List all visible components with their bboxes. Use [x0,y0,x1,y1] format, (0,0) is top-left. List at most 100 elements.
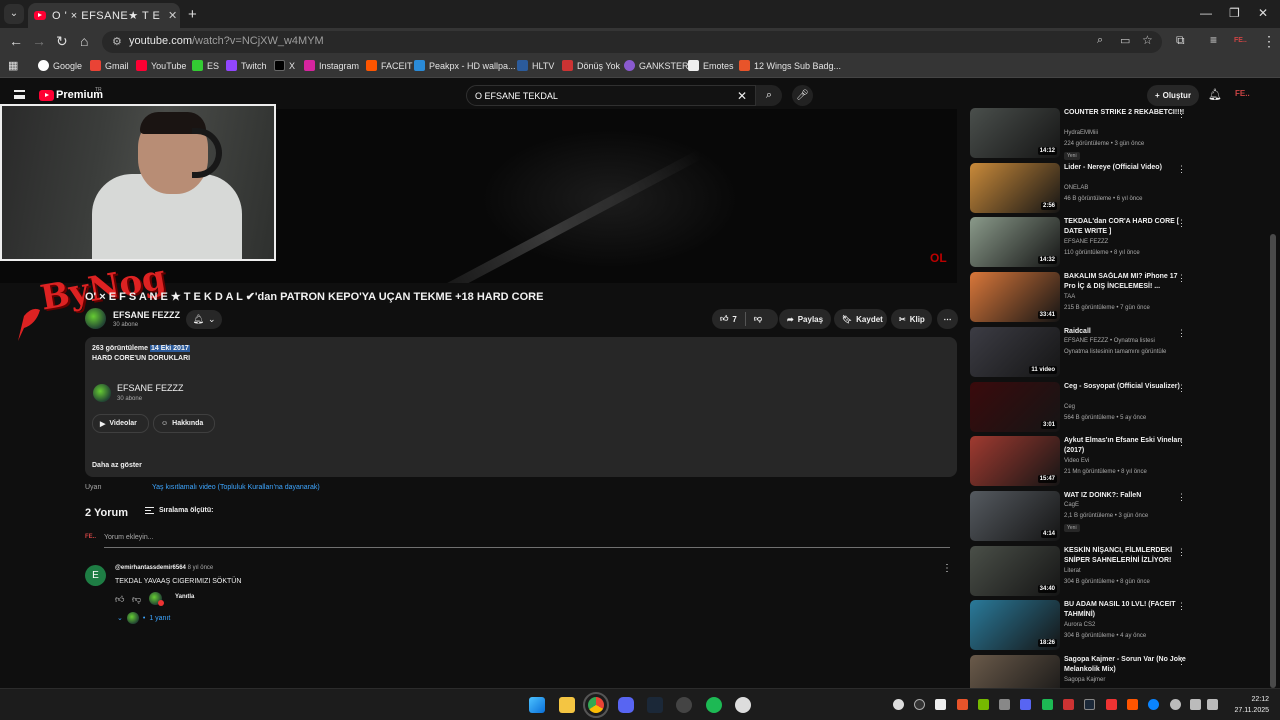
recommended-title[interactable]: Raidcall [1064,327,1186,337]
new-tab-button[interactable]: + [188,6,197,23]
bookmark-gmail[interactable]: Gmail [90,60,129,71]
browser-menu-icon[interactable]: ⋮ [1262,33,1276,50]
more-options-icon[interactable]: ⋮ [1177,656,1186,667]
recommended-video[interactable]: 33:41 BAKALIM SAĞLAM MI? iPhone 17 Pro İÇ… [968,272,1198,324]
bookmark-emotes[interactable]: Emotes [688,60,734,71]
video-thumbnail[interactable]: 18:26 [970,600,1060,651]
tray-msi-icon[interactable] [935,699,946,710]
search-input[interactable]: O EFSANE TEKDAL ✕ [466,85,756,106]
tray-network-icon[interactable] [1190,699,1201,710]
tray-app4-icon[interactable] [1063,699,1074,710]
more-actions-button[interactable]: ⋯ [937,309,958,329]
recommended-channel[interactable]: HydraEMMiii [1064,130,1098,136]
recommended-title[interactable]: Lider - Nereye (Official Video) [1064,163,1186,173]
recommended-channel[interactable]: Video Evi [1064,458,1089,464]
file-explorer-icon[interactable] [559,697,575,713]
tray-bluetooth-icon[interactable] [1148,699,1159,710]
close-tab-icon[interactable]: ✕ [168,9,177,22]
tray-app3-icon[interactable] [1042,699,1053,710]
chrome-icon[interactable] [583,692,609,718]
video-thumbnail[interactable]: 14:32 [970,217,1060,268]
bookmark-x[interactable]: X [274,60,295,71]
recommended-title[interactable]: Ceg - Sosyopat (Official Visualizer) [1064,382,1186,392]
tab-search-button[interactable]: ⌄ [4,4,24,24]
more-options-icon[interactable]: ⋮ [1177,328,1186,339]
subscription-bell-button[interactable]: 🔔︎ ⌄ [186,310,222,329]
video-thumbnail[interactable]: 33:41 [970,272,1060,323]
channel-name[interactable]: EFSANE FEZZZ [113,310,180,320]
recommended-video[interactable]: 15:47 Aykut Elmas'ın Efsane Eski Vineları… [968,436,1198,488]
more-options-icon[interactable]: ⋮ [1177,273,1186,284]
browser-tab-active[interactable]: O ' × EFSANE★ T E K D A L ... ✕ [28,3,180,28]
comment-dislike-icon[interactable]: 👎︎ [132,594,141,605]
like-button[interactable]: 👍︎ 7 [720,314,737,324]
recommended-video[interactable]: 11 video Raidcall EFSANE FEZZZ • Oynatma l… [968,326,1198,379]
more-options-icon[interactable]: ⋮ [1177,218,1186,229]
zoom-icon[interactable]: ⌕ [1097,34,1103,47]
clip-button[interactable]: ✂ Klip [891,309,932,329]
recommended-title[interactable]: BAKALIM SAĞLAM MI? iPhone 17 Pro İÇ & DI… [1064,272,1186,292]
videos-button[interactable]: ▶ Videolar [92,414,149,433]
bookmark-hltv[interactable]: HLTV [517,60,554,71]
video-thumbnail[interactable]: 4:14 [970,490,1060,541]
more-options-icon[interactable]: ⋮ [1177,492,1186,503]
bookmark-12-wings[interactable]: 12 Wings Sub Badg... [739,60,841,71]
media-control-icon[interactable]: ≡ [1210,33,1217,47]
recommended-video[interactable]: 2:56 Lider - Nereye (Official Video) ONELA… [968,162,1198,215]
cast-icon[interactable]: ▭ [1120,34,1130,47]
recommended-title[interactable]: KESKİN NİŞANCI, FİLMLERDEKİ SNİPER SAHNE… [1064,546,1186,566]
view-replies-button[interactable]: ⌄ • 1 yanıt [117,612,170,624]
steam-icon[interactable] [647,697,663,713]
recommended-channel[interactable]: Ceg [1064,404,1075,410]
description-channel-avatar[interactable] [93,384,111,402]
recommended-channel[interactable]: CagE [1064,502,1079,508]
more-options-icon[interactable]: ⋮ [1177,383,1186,394]
bookmark-gankster[interactable]: GANKSTER [624,60,689,71]
video-thumbnail[interactable]: 3:01 [970,381,1060,432]
bookmark-star-icon[interactable]: ☆ [1142,33,1153,47]
recommended-video[interactable]: 34:40 KESKİN NİŞANCI, FİLMLERDEKİ SNİPER … [968,545,1198,598]
recommended-title[interactable]: TEKDAL'dan COR'A HARD CORE [ DATE WRITE … [1064,217,1186,237]
forward-arrow-icon[interactable]: → [32,33,46,49]
video-thumbnail[interactable]: 2:56 [970,162,1060,213]
recommended-title[interactable]: Aykut Elmas'ın Efsane Eski Vineları (201… [1064,436,1186,456]
spotify-icon[interactable] [706,697,722,713]
windows-start-icon[interactable] [529,697,545,713]
site-info-icon[interactable]: ⚙ [112,35,122,48]
app-icon[interactable] [676,697,692,713]
tray-app-icon[interactable] [914,699,925,710]
share-button[interactable]: ➦ Paylaş [779,309,831,329]
video-thumbnail[interactable]: 11 video [970,326,1060,377]
bookmark-google[interactable]: Google [38,60,82,71]
tray-app2-icon[interactable] [999,699,1010,710]
extensions-icon[interactable]: ⧉ [1176,33,1185,48]
recommended-channel[interactable]: Aurora CS2 [1064,622,1095,628]
video-thumbnail[interactable] [970,655,1060,688]
recommended-video[interactable]: 18:26 BU ADAM NASIL 10 LVL! (FACEIT TAHMİ… [968,600,1198,652]
recommended-video[interactable]: Sagopa Kajmer - Sorun Var (No Joke Melan… [968,655,1198,688]
recommended-video[interactable]: 4:14 WAT IZ DOINK?: FalleN CagE 2,1 B görün… [968,490,1198,543]
youtube-logo-icon[interactable] [39,90,54,101]
recommended-title[interactable]: WAT IZ DOINK?: FalleN [1064,491,1186,501]
more-options-icon[interactable]: ⋮ [1177,109,1186,120]
close-window-button[interactable]: ✕ [1258,6,1268,20]
back-arrow-icon[interactable]: ← [9,33,23,49]
recommended-channel[interactable]: Literat [1064,568,1081,574]
more-options-icon[interactable]: ⋮ [1177,437,1186,448]
show-less-button[interactable]: Daha az göster [92,462,142,469]
more-options-icon[interactable]: ⋮ [1177,601,1186,612]
commenter-avatar[interactable]: E [85,565,106,586]
bookmark-twitch[interactable]: Twitch [226,60,267,71]
address-bar[interactable]: ⚙ youtube.com/watch?v=NCjXW_w4MYM ⌕ ▭ ☆ [102,31,1162,53]
reload-icon[interactable]: ↻ [56,33,68,50]
recommended-title[interactable]: COUNTER STRIKE 2 REKABETCI!!!! [1064,108,1186,118]
comment-more-icon[interactable]: ⋮ [942,563,952,574]
voice-search-icon[interactable]: 🎤︎ [792,85,813,106]
home-icon[interactable]: ⌂ [80,33,88,49]
minimize-button[interactable]: — [1200,6,1212,20]
recommended-video[interactable]: 3:01 Ceg - Sosyopat (Official Visualizer)… [968,381,1198,434]
comment-author[interactable]: @emirhantassdemir6564 8 yıl önce [115,565,213,571]
more-options-icon[interactable]: ⋮ [1177,164,1186,175]
menu-hamburger-icon[interactable] [14,90,25,99]
tray-obs-icon[interactable] [893,699,904,710]
